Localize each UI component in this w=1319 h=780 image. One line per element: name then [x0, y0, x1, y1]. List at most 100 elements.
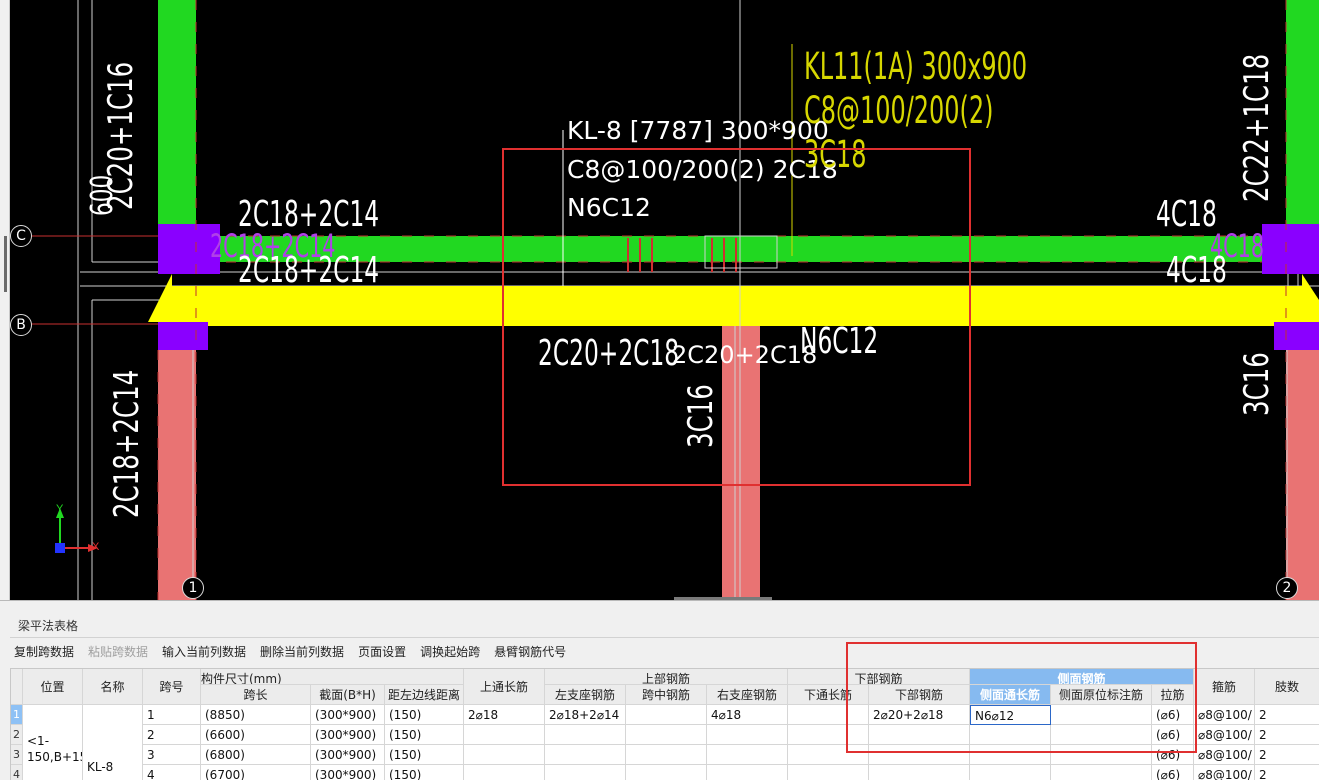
table-cell-top-through[interactable]: [464, 765, 545, 780]
table-cell-edge[interactable]: (150): [385, 725, 464, 745]
table-cell-side-original[interactable]: [1051, 745, 1152, 765]
table-cell-bottom[interactable]: [869, 725, 970, 745]
header-side-through[interactable]: 侧面通长筋: [970, 685, 1051, 705]
header-tie[interactable]: 拉筋: [1152, 685, 1194, 705]
table-cell-section[interactable]: (300*900): [311, 705, 385, 725]
table-cell-edge[interactable]: (150): [385, 765, 464, 780]
table-cell-bottom[interactable]: 2⌀20+2⌀18: [869, 705, 970, 725]
table-cell-length[interactable]: (6600): [201, 725, 311, 745]
axis-b-bubble: B: [10, 314, 32, 336]
header-side-original[interactable]: 侧面原位标注筋: [1051, 685, 1152, 705]
table-cell-section[interactable]: (300*900): [311, 765, 385, 780]
table-cell-side-original[interactable]: [1051, 705, 1152, 725]
table-cell-legs[interactable]: 2: [1255, 745, 1319, 765]
table-cell-side-through[interactable]: [970, 745, 1051, 765]
table-cell-stirrup[interactable]: ⌀8@100/: [1194, 765, 1255, 780]
header-position: 位置: [23, 669, 83, 705]
table-cell-top-through[interactable]: [464, 745, 545, 765]
table-cell-bottom-through[interactable]: [788, 765, 869, 780]
header-span-no: 跨号: [143, 669, 201, 705]
table-cell-legs[interactable]: 2: [1255, 725, 1319, 745]
header-bottom-bars[interactable]: 下部钢筋: [869, 685, 970, 705]
selection-highlight-box: [502, 148, 971, 486]
toolbar-button-3[interactable]: 删除当前列数据: [260, 642, 351, 662]
table-cell-mid[interactable]: [626, 745, 707, 765]
table-cell-bottom-through[interactable]: [788, 745, 869, 765]
table-cell-length[interactable]: (6700): [201, 765, 311, 780]
table-cell-left-support[interactable]: [545, 725, 626, 745]
table-cell-legs[interactable]: 2: [1255, 705, 1319, 725]
table-cell-mid[interactable]: [626, 725, 707, 745]
row-number[interactable]: 2: [11, 725, 23, 745]
kl11-annotation-line1: KL11(1A) 300x900: [804, 45, 1028, 88]
gutter-grip[interactable]: [4, 236, 7, 292]
table-cell-span[interactable]: 4: [143, 765, 201, 780]
table-cell-bottom-through[interactable]: [788, 725, 869, 745]
table-cell-right-support[interactable]: 4⌀18: [707, 705, 788, 725]
table-cell-bottom-through[interactable]: [788, 705, 869, 725]
table-cell-stirrup[interactable]: ⌀8@100/: [1194, 705, 1255, 725]
vertical-label-left-lower: 2C18+2C14: [107, 369, 147, 518]
table-cell-side-original[interactable]: [1051, 765, 1152, 780]
toolbar-button-2[interactable]: 输入当前列数据: [162, 642, 253, 662]
header-bottom-through[interactable]: 下通长筋: [788, 685, 869, 705]
table-cell-side-through[interactable]: N6⌀12: [970, 705, 1051, 725]
header-section[interactable]: 截面(B*H): [311, 685, 385, 705]
toolbar-button-0[interactable]: 复制跨数据: [14, 642, 81, 662]
header-right-support[interactable]: 右支座钢筋: [707, 685, 788, 705]
table-cell-span[interactable]: 2: [143, 725, 201, 745]
row-number[interactable]: 4: [11, 765, 23, 780]
table-cell-bottom[interactable]: [869, 745, 970, 765]
beam-label-right-bottom: 4C18: [1166, 250, 1227, 291]
table-cell-edge[interactable]: (150): [385, 745, 464, 765]
table-cell-left-support[interactable]: [545, 745, 626, 765]
beam-table-panel: 梁平法表格 复制跨数据 粘贴跨数据 输入当前列数据 删除当前列数据 页面设置 调换起始跨悬…: [0, 600, 1319, 780]
toolbar-button-5[interactable]: 调换起始跨: [420, 642, 487, 662]
table-cell-right-support[interactable]: [707, 745, 788, 765]
axis-c-bubble: C: [10, 225, 32, 247]
header-span-length[interactable]: 跨长: [201, 685, 311, 705]
beam-data-grid[interactable]: 位置 名称 跨号 构件尺寸(mm) 上通长筋 上部钢筋 下部钢筋 侧面钢筋 箍筋 肢数 跨长 截面(B…: [10, 668, 1319, 780]
table-cell-left-support[interactable]: 2⌀18+2⌀14: [545, 705, 626, 725]
table-cell-top-through[interactable]: [464, 725, 545, 745]
table-cell-right-support[interactable]: [707, 725, 788, 745]
table-cell-left-support[interactable]: [545, 765, 626, 780]
table-cell-side-through[interactable]: [970, 765, 1051, 780]
toolbar-button-4[interactable]: 页面设置: [358, 642, 413, 662]
toolbar-button-6[interactable]: 悬臂钢筋代号: [494, 642, 573, 662]
table-cell-right-support[interactable]: [707, 765, 788, 780]
table-cell-tie[interactable]: (⌀6): [1152, 705, 1194, 725]
table-cell-tie[interactable]: (⌀6): [1152, 745, 1194, 765]
table-cell-bottom[interactable]: [869, 765, 970, 780]
table-cell-mid[interactable]: [626, 765, 707, 780]
table-cell-side-through[interactable]: [970, 725, 1051, 745]
header-mid-span[interactable]: 跨中钢筋: [626, 685, 707, 705]
table-cell-legs[interactable]: 2: [1255, 765, 1319, 780]
table-cell-position[interactable]: <1-150,B+150;7+150,B: [23, 705, 83, 780]
table-cell-span[interactable]: 1: [143, 705, 201, 725]
table-cell-mid[interactable]: [626, 705, 707, 725]
toolbar-button-1: 粘贴跨数据: [88, 645, 149, 659]
table-cell-stirrup[interactable]: ⌀8@100/: [1194, 725, 1255, 745]
header-left-support[interactable]: 左支座钢筋: [545, 685, 626, 705]
row-number[interactable]: 3: [11, 745, 23, 765]
table-cell-stirrup[interactable]: ⌀8@100/: [1194, 745, 1255, 765]
table-cell-section[interactable]: (300*900): [311, 725, 385, 745]
header-side-group[interactable]: 侧面钢筋: [970, 669, 1194, 685]
table-cell-top-through[interactable]: 2⌀18: [464, 705, 545, 725]
axis-1-bubble: 1: [182, 577, 204, 599]
table-cell-name[interactable]: KL-8: [83, 705, 143, 780]
table-cell-edge[interactable]: (150): [385, 705, 464, 725]
table-cell-tie[interactable]: (⌀6): [1152, 765, 1194, 780]
table-cell-length[interactable]: (6800): [201, 745, 311, 765]
vertical-label-left-600: 600: [85, 174, 120, 216]
table-cell-tie[interactable]: (⌀6): [1152, 725, 1194, 745]
cad-drawing-canvas[interactable]: C B 1 2 Y X KL-8 [7787] 300*900 C8@100/2…: [0, 0, 1319, 600]
row-number[interactable]: 1: [11, 705, 23, 725]
kl8-annotation-line1: KL-8 [7787] 300*900: [567, 116, 829, 145]
table-cell-side-original[interactable]: [1051, 725, 1152, 745]
table-cell-span[interactable]: 3: [143, 745, 201, 765]
table-cell-length[interactable]: (8850): [201, 705, 311, 725]
table-cell-section[interactable]: (300*900): [311, 745, 385, 765]
header-left-edge-dist[interactable]: 距左边线距离: [385, 685, 464, 705]
